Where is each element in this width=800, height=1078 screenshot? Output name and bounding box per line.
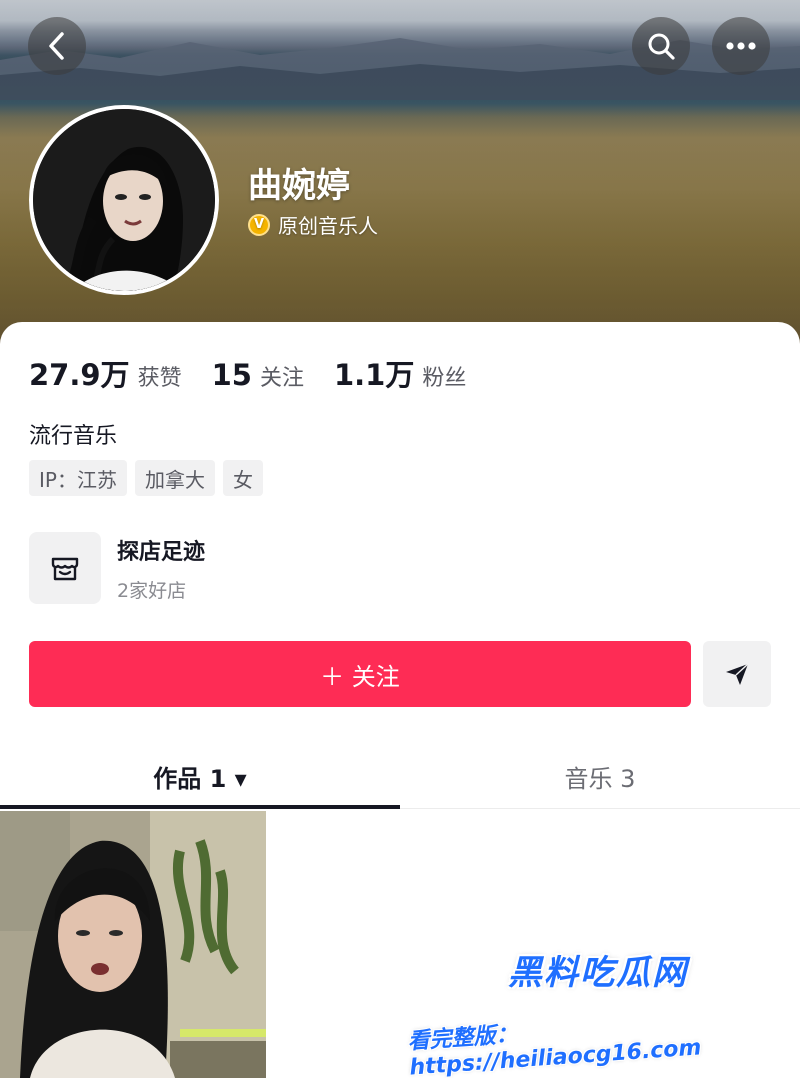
stat-likes-label: 获赞: [137, 366, 182, 391]
profile-stats: 27.9万 获赞 15 关注 1.1万 粉丝: [29, 352, 496, 394]
active-tab-indicator: [0, 805, 400, 809]
store-icon-box: [29, 532, 101, 604]
tag-gender: 女: [222, 460, 263, 496]
content-tabs: 作品 1 ▾ 音乐 3: [0, 745, 800, 809]
stat-followers-label: 粉丝: [422, 366, 467, 391]
profile-tags: IP：江苏 加拿大 女: [29, 460, 271, 496]
watermark-logo: 黑料吃瓜网: [508, 953, 688, 993]
video-thumbnail[interactable]: [0, 811, 266, 1078]
video-thumbnail-image: [0, 811, 266, 1078]
send-icon: [726, 663, 749, 685]
verified-badge-icon: V: [248, 213, 270, 236]
tag-country: 加拿大: [134, 460, 215, 496]
chevron-left-icon: [49, 32, 64, 60]
stat-followers-value: 1.1万: [333, 358, 415, 392]
profile-name: 曲婉婷: [248, 166, 350, 206]
tab-music[interactable]: 音乐 3: [400, 745, 800, 809]
verified-label: 原创音乐人: [278, 214, 378, 238]
verified-row: V 原创音乐人: [248, 210, 378, 239]
store-icon: [51, 557, 79, 581]
avatar[interactable]: [29, 105, 219, 295]
more-horizontal-icon: [726, 42, 756, 50]
stat-following-value: 15: [211, 358, 252, 392]
back-button[interactable]: [28, 17, 86, 75]
search-icon: [648, 33, 675, 60]
follow-button[interactable]: ＋ 关注: [29, 641, 691, 707]
store-title: 探店足迹: [117, 539, 206, 565]
profile-bio: 流行音乐: [29, 424, 118, 449]
share-button[interactable]: [703, 641, 771, 707]
stat-followers[interactable]: 1.1万 粉丝: [334, 352, 466, 394]
profile-page: 曲婉婷 V 原创音乐人 27.9万 获赞 15 关注 1.1万 粉丝 流行音乐 …: [0, 0, 800, 1078]
avatar-photo: [33, 109, 215, 291]
store-text: 探店足迹 2家好店: [117, 534, 205, 603]
stat-following[interactable]: 15 关注: [212, 358, 304, 392]
tag-ip: IP：江苏: [29, 460, 127, 496]
search-button[interactable]: [632, 17, 690, 75]
store-subtitle: 2家好店: [117, 579, 187, 602]
tab-works[interactable]: 作品 1 ▾: [0, 745, 400, 809]
stat-likes-value: 27.9万: [29, 358, 130, 392]
stat-likes[interactable]: 27.9万 获赞: [29, 352, 182, 394]
more-button[interactable]: [712, 17, 770, 75]
store-visits-entry[interactable]: 探店足迹 2家好店: [29, 532, 205, 604]
stat-following-label: 关注: [259, 366, 304, 391]
